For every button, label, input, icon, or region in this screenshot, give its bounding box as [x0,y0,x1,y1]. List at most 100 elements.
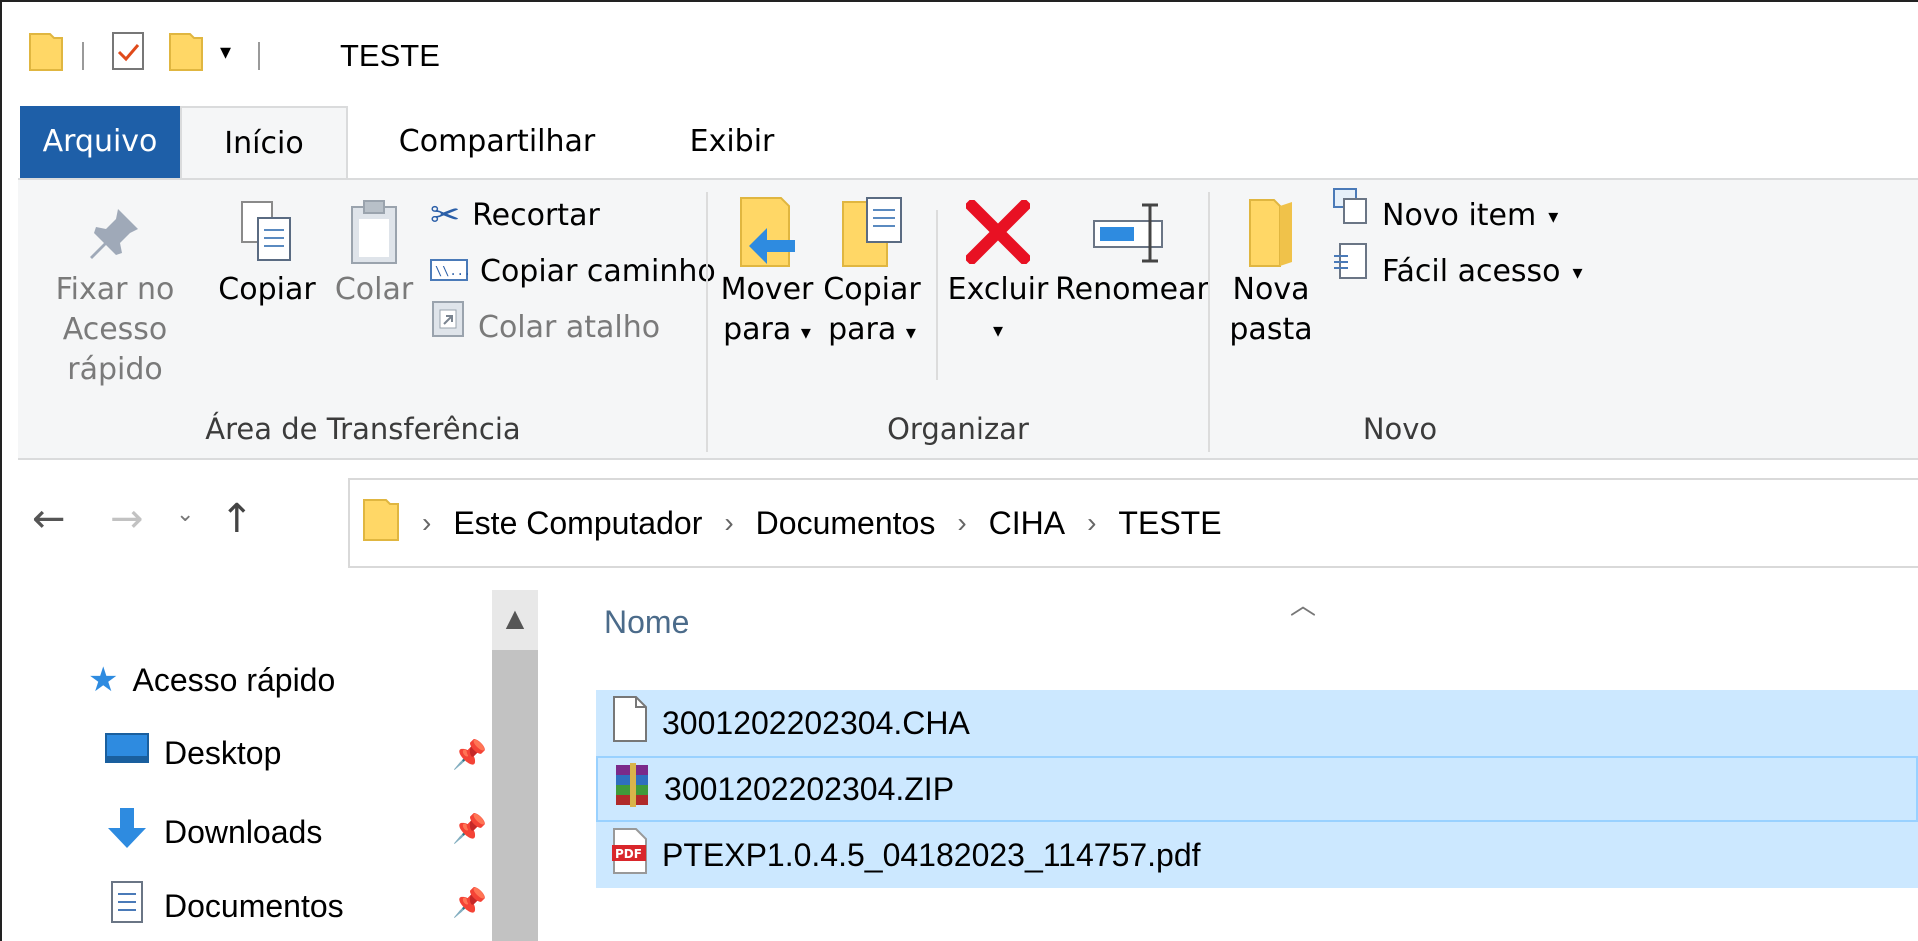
paste-shortcut-icon [430,298,466,359]
copy-to-button[interactable]: Copiar para ▾ [820,194,924,352]
title-bar: ▾ TESTE [2,2,1918,87]
sidebar-item-desktop[interactable]: Desktop [104,732,281,774]
ribbon-tabs: Arquivo Início Compartilhar Exibir [2,106,1918,180]
star-icon: ★ [88,661,119,699]
copy-path-icon: \\... [430,242,471,302]
new-item-icon [1332,186,1370,246]
easy-access-icon [1332,242,1370,303]
customize-quick-access-icon[interactable]: ▾ [220,40,231,65]
tab-view[interactable]: Exibir [667,106,797,178]
pin-icon[interactable]: 📌 [452,738,487,771]
dropdown-arrow-icon: ▾ [800,320,811,344]
paste-shortcut-button[interactable]: Colar atalho [430,298,660,358]
pin-icon[interactable]: 📌 [452,812,487,845]
new-folder-quick-icon[interactable] [168,30,204,76]
move-to-button[interactable]: Mover para ▾ [718,194,816,352]
clipboard-icon [326,194,422,270]
sidebar-item-quick-access[interactable]: ★ Acesso rápido [88,660,335,700]
copy-to-icon [820,194,924,270]
desktop-icon [104,732,150,774]
folder-icon [28,30,64,76]
tab-share[interactable]: Compartilhar [387,106,607,178]
rename-button[interactable]: Renomear [1052,194,1212,310]
dropdown-arrow-icon: ▾ [1548,204,1559,228]
title-separator [258,42,260,70]
new-folder-icon [1218,194,1324,270]
scroll-up-icon[interactable]: ▲ [492,590,538,646]
delete-button[interactable]: Excluir ▾ [946,194,1050,350]
easy-access-button[interactable]: Fácil acesso ▾ [1332,242,1583,302]
pin-label-2: Acesso rápido [62,312,168,387]
file-icon [610,695,650,751]
easy-access-label: Fácil acesso [1382,254,1561,289]
properties-icon[interactable] [110,30,146,76]
svg-text:PDF: PDF [615,847,642,861]
breadcrumb-teste[interactable]: TESTE [1118,505,1221,542]
back-arrow-icon[interactable]: ← [32,496,66,542]
svg-text:\\...: \\... [435,264,468,278]
file-name: 3001202202304.ZIP [664,770,955,807]
breadcrumb-chevron-icon[interactable]: › [1087,507,1096,539]
new-folder-label-2: pasta [1229,312,1313,347]
delete-label: Excluir [947,272,1049,307]
window-title: TESTE [340,38,440,73]
breadcrumb-chevron-icon[interactable]: › [422,507,431,539]
copy-icon [212,194,322,270]
forward-arrow-icon[interactable]: → [110,496,144,542]
file-row[interactable]: 3001202202304.CHA [596,690,1918,756]
sidebar-item-label: Desktop [164,734,282,771]
file-row[interactable]: 3001202202304.ZIP [596,756,1918,822]
tab-file[interactable]: Arquivo [20,106,180,178]
sidebar-item-downloads[interactable]: Downloads [104,806,322,858]
scissors-icon: ✂ [430,195,461,236]
copy-button[interactable]: Copiar [212,194,322,310]
up-arrow-icon[interactable]: ↑ [220,496,254,542]
organize-separator [936,210,938,380]
file-name: 3001202202304.CHA [662,704,970,741]
new-folder-label-1: Nova [1232,272,1310,307]
sidebar-item-label: Documentos [164,887,344,924]
recent-locations-chevron-icon[interactable]: ⌄ [176,502,194,527]
rename-icon [1052,194,1212,270]
dropdown-arrow-icon: ▾ [1572,260,1583,284]
column-header-name[interactable]: Nome [604,604,689,641]
sort-ascending-icon: ︿ [1290,591,1317,621]
dropdown-arrow-icon: ▾ [992,318,1004,342]
new-folder-button[interactable]: Nova pasta [1218,194,1324,350]
copy-to-label-2: para [828,312,897,347]
breadcrumb-documents[interactable]: Documentos [756,505,936,542]
breadcrumb-chevron-icon[interactable]: › [724,507,733,539]
move-to-label-1: Mover [720,272,814,307]
sidebar-item-label: Acesso rápido [132,661,336,698]
paste-button[interactable]: Colar [326,194,422,310]
new-item-label: Novo item [1382,198,1537,233]
pin-quick-access-button[interactable]: Fixar no Acesso rápido [20,194,210,390]
pin-label-1: Fixar no [55,272,175,307]
sidebar-item-label: Downloads [164,813,323,850]
winrar-archive-icon [612,761,652,817]
pdf-icon: PDF [610,827,650,883]
pin-icon[interactable]: 📌 [452,886,487,919]
breadcrumb-chevron-icon[interactable]: › [957,507,966,539]
cut-button[interactable]: ✂ Recortar [430,186,600,246]
clipboard-group-label: Área de Transferência [205,412,521,446]
sidebar-item-documents[interactable]: Documentos [104,880,344,932]
breadcrumb-ciha[interactable]: CIHA [989,505,1065,542]
copy-path-label: Copiar caminho [480,254,716,289]
copy-path-button[interactable]: \\... Copiar caminho [430,242,716,302]
sidebar-scrollbar-thumb[interactable] [492,650,538,941]
copy-to-label-1: Copiar [823,272,921,307]
dropdown-arrow-icon: ▾ [905,320,916,344]
file-name: PTEXP1.0.4.5_04182023_114757.pdf [662,836,1201,873]
tab-home[interactable]: Início [180,106,348,180]
cut-label: Recortar [472,198,600,233]
pin-icon [20,194,210,270]
address-bar[interactable]: › Este Computador › Documentos › CIHA › … [348,478,1918,568]
breadcrumb-this-pc[interactable]: Este Computador [453,505,702,542]
paste-shortcut-label: Colar atalho [478,310,661,345]
delete-x-icon [946,194,1050,270]
paste-label: Colar [334,272,414,307]
move-to-icon [718,194,816,270]
file-row[interactable]: PDF PTEXP1.0.4.5_04182023_114757.pdf [596,822,1918,888]
new-item-button[interactable]: Novo item ▾ [1332,186,1558,246]
